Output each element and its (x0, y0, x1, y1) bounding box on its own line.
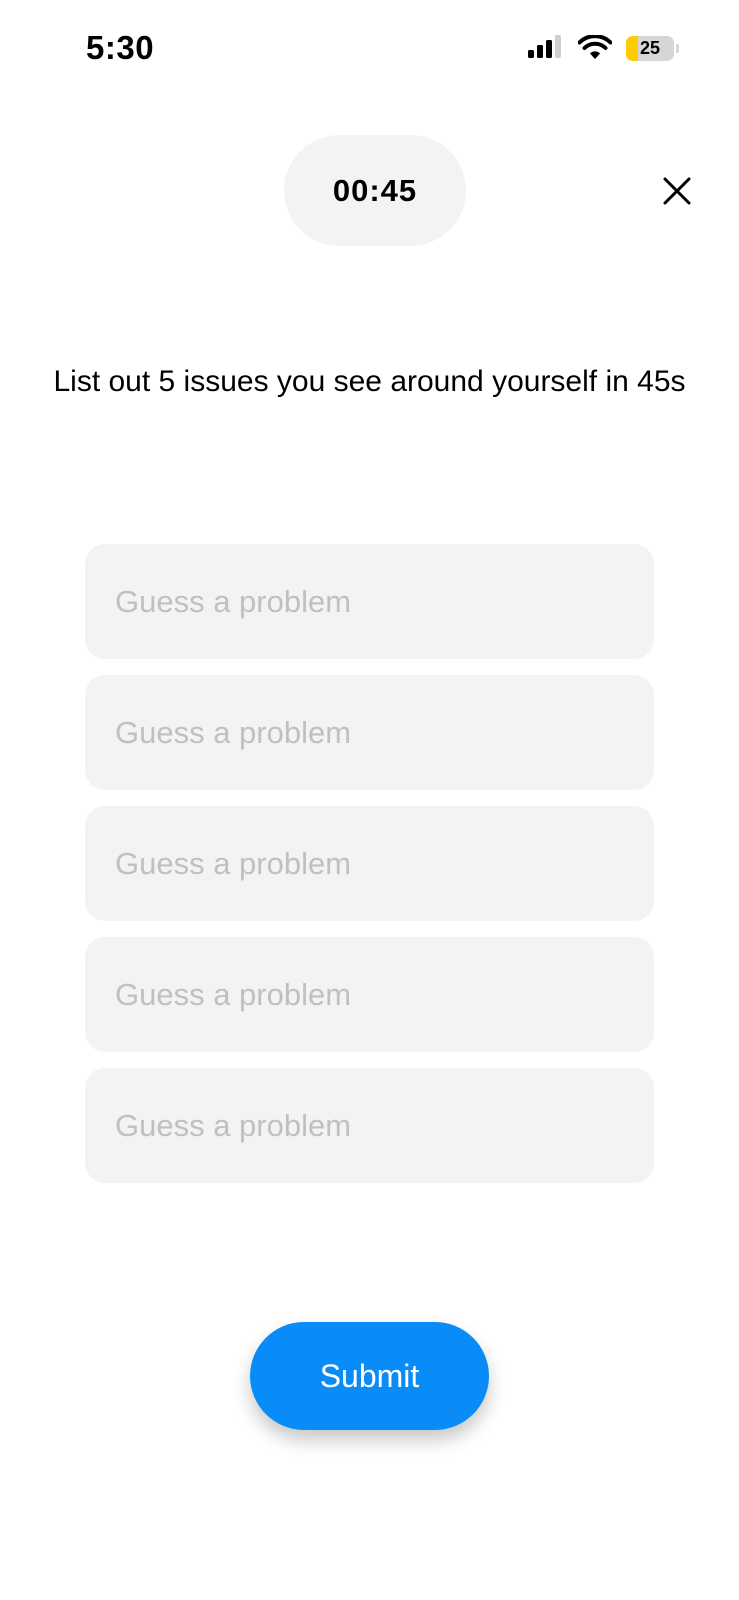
battery-nub (676, 43, 679, 53)
guess-input-1[interactable] (85, 544, 654, 659)
guess-input-2[interactable] (85, 675, 654, 790)
guess-input-4[interactable] (85, 937, 654, 1052)
timer-label: 00:45 (332, 172, 418, 208)
battery-indicator: 25 (626, 35, 674, 61)
prompt-text: List out 5 issues you see around yoursel… (53, 365, 686, 398)
close-icon (663, 177, 691, 205)
cellular-signal-icon (528, 35, 561, 58)
guess-list (85, 544, 654, 1183)
close-button[interactable] (652, 166, 702, 216)
status-time: 5:30 (86, 29, 155, 66)
status-indicators: 25 (528, 32, 679, 64)
battery-percent: 25 (639, 37, 661, 58)
battery-fill (626, 35, 638, 61)
countdown-timer: 00:45 (284, 135, 466, 246)
submit-button[interactable]: Submit (250, 1322, 489, 1430)
guess-input-5[interactable] (85, 1068, 654, 1183)
guess-input-3[interactable] (85, 806, 654, 921)
wifi-icon (578, 35, 612, 59)
